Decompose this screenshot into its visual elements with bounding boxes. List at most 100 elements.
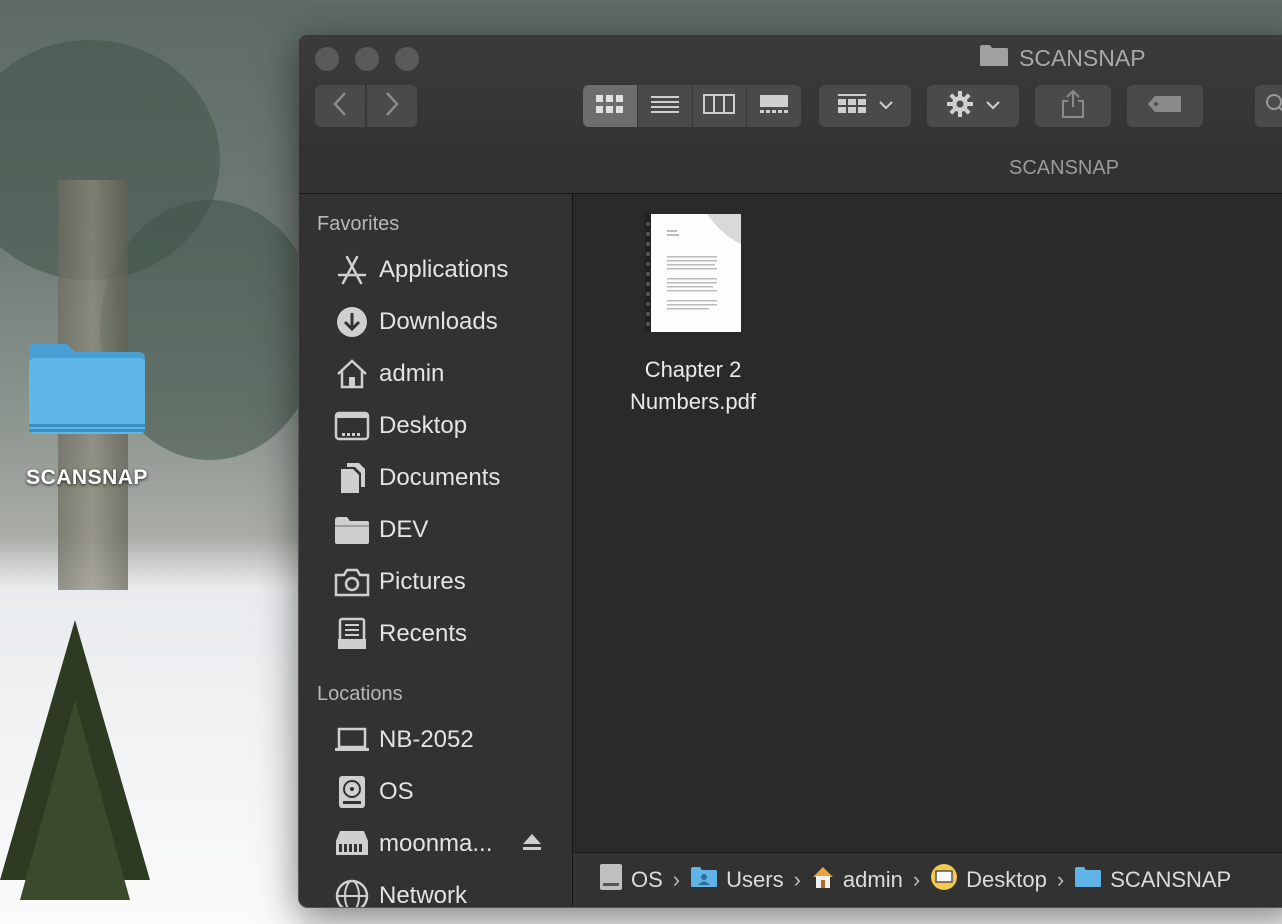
column-view-button[interactable] <box>693 85 748 127</box>
folder-icon <box>979 43 1009 73</box>
file-browser: Chapter 2 Numbers.pdf <box>573 194 1282 853</box>
list-view-icon <box>650 94 680 119</box>
sidebar-item-applications[interactable]: Applications <box>299 244 572 296</box>
forward-button[interactable] <box>367 85 417 127</box>
sidebar-item-dev[interactable]: DEV <box>299 504 572 556</box>
path-crumb-label: SCANSNAP <box>1110 867 1232 892</box>
path-crumb-label: OS <box>631 867 663 892</box>
desktop-folder-label: SCANSNAP <box>26 466 148 489</box>
folder-header: SCANSNAP <box>299 143 1282 194</box>
action-menu-button[interactable] <box>927 85 1019 127</box>
share-icon <box>1061 89 1085 124</box>
sidebar-item-label: moonma... <box>379 830 493 857</box>
list-view-button[interactable] <box>638 85 693 127</box>
globe-icon <box>333 877 371 907</box>
chevron-right-icon: › <box>1056 867 1065 892</box>
sidebar-item-admin[interactable]: admin <box>299 348 572 400</box>
camera-icon <box>333 563 371 601</box>
gallery-view-button[interactable] <box>747 85 801 127</box>
titlebar: SCANSNAP <box>299 35 1282 144</box>
sidebar-item-label: admin <box>379 360 445 387</box>
desktop-icon <box>930 863 958 897</box>
search-button[interactable] <box>1255 85 1282 127</box>
sidebar-item-os[interactable]: OS <box>299 766 572 818</box>
search-icon <box>1265 93 1282 120</box>
minimize-window-button[interactable] <box>355 47 379 71</box>
folder-icon <box>27 340 147 436</box>
laptop-icon <box>333 721 371 759</box>
desktop-folder-scansnap[interactable]: SCANSNAP <box>12 340 162 490</box>
disk-icon <box>333 773 371 811</box>
tag-icon <box>1147 94 1183 119</box>
sidebar-item-nb-2052[interactable]: NB-2052 <box>299 714 572 766</box>
sidebar-item-pictures[interactable]: Pictures <box>299 556 572 608</box>
sidebar-heading-locations: Locations <box>317 683 403 705</box>
path-crumb-label: Users <box>726 867 784 892</box>
gallery-view-icon <box>759 94 789 119</box>
background-pine <box>20 700 130 900</box>
sidebar: Favorites Applications Downloads admin D… <box>299 194 573 907</box>
close-window-button[interactable] <box>315 47 339 71</box>
gear-icon <box>946 90 974 123</box>
eject-icon[interactable] <box>522 830 542 858</box>
chevron-down-icon <box>986 97 1000 115</box>
zoom-window-button[interactable] <box>395 47 419 71</box>
chevron-right-icon: › <box>912 867 921 892</box>
sidebar-item-label: Network <box>379 882 468 908</box>
recents-icon <box>333 615 371 653</box>
sidebar-item-downloads[interactable]: Downloads <box>299 296 572 348</box>
file-name: Chapter 2 Numbers.pdf <box>613 354 773 418</box>
documents-icon <box>333 459 371 497</box>
sidebar-item-network[interactable]: Network <box>299 870 572 908</box>
sidebar-item-label: Downloads <box>379 308 498 335</box>
sidebar-item-label: Applications <box>379 256 509 283</box>
users-folder-icon <box>690 866 718 894</box>
file-name-line: Chapter 2 <box>644 357 742 382</box>
sidebar-item-desktop[interactable]: Desktop <box>299 400 572 452</box>
path-crumb-admin[interactable]: admin <box>811 865 903 895</box>
path-crumb-label: admin <box>842 867 903 892</box>
sidebar-item-label: Documents <box>379 464 501 491</box>
sidebar-item-moonma[interactable]: moonma... <box>299 818 572 870</box>
sidebar-item-label: OS <box>379 778 414 805</box>
home-icon <box>811 865 835 895</box>
tag-button[interactable] <box>1127 85 1203 127</box>
column-view-icon <box>703 93 736 119</box>
path-crumb-users[interactable]: Users <box>690 866 784 894</box>
network-drive-icon <box>333 825 371 863</box>
share-button[interactable] <box>1035 85 1111 127</box>
chevron-down-icon <box>879 97 893 115</box>
icon-view-icon <box>595 94 625 119</box>
path-bar: OS › Users › admin › Desktop › SCANSNAP <box>573 852 1282 907</box>
group-icon <box>837 93 867 120</box>
pdf-document-icon <box>645 214 741 332</box>
chevron-right-icon: › <box>672 867 681 892</box>
window-title: SCANSNAP <box>979 43 1146 73</box>
path-crumb-scansnap[interactable]: SCANSNAP <box>1074 866 1231 894</box>
group-by-button[interactable] <box>819 85 911 127</box>
sidebar-item-label: Pictures <box>379 568 466 595</box>
sidebar-item-recents[interactable]: Recents <box>299 608 572 660</box>
finder-window: SCANSNAP SCANSNAP Favorites Applications… <box>298 34 1282 908</box>
file-name-line: Numbers.pdf <box>630 389 756 414</box>
sidebar-item-documents[interactable]: Documents <box>299 452 572 504</box>
sidebar-item-label: DEV <box>379 516 429 543</box>
back-button[interactable] <box>315 85 365 127</box>
sidebar-item-label: Desktop <box>379 412 468 439</box>
file-item[interactable]: Chapter 2 Numbers.pdf <box>613 214 773 418</box>
applications-icon <box>333 251 371 289</box>
folder-icon <box>1074 866 1102 894</box>
path-crumb-os[interactable]: OS <box>599 863 663 897</box>
path-crumb-desktop[interactable]: Desktop <box>930 863 1047 897</box>
icon-view-button[interactable] <box>583 85 638 127</box>
downloads-icon <box>333 303 371 341</box>
sidebar-heading-favorites: Favorites <box>317 213 400 235</box>
chevron-right-icon <box>384 91 400 122</box>
view-mode-segmented-control <box>583 85 801 127</box>
sidebar-item-label: NB-2052 <box>379 726 474 753</box>
chevron-right-icon: › <box>793 867 801 892</box>
window-title-text: SCANSNAP <box>1019 44 1146 71</box>
disk-icon <box>599 863 623 897</box>
home-icon <box>333 355 371 393</box>
path-crumb-label: Desktop <box>966 867 1047 892</box>
